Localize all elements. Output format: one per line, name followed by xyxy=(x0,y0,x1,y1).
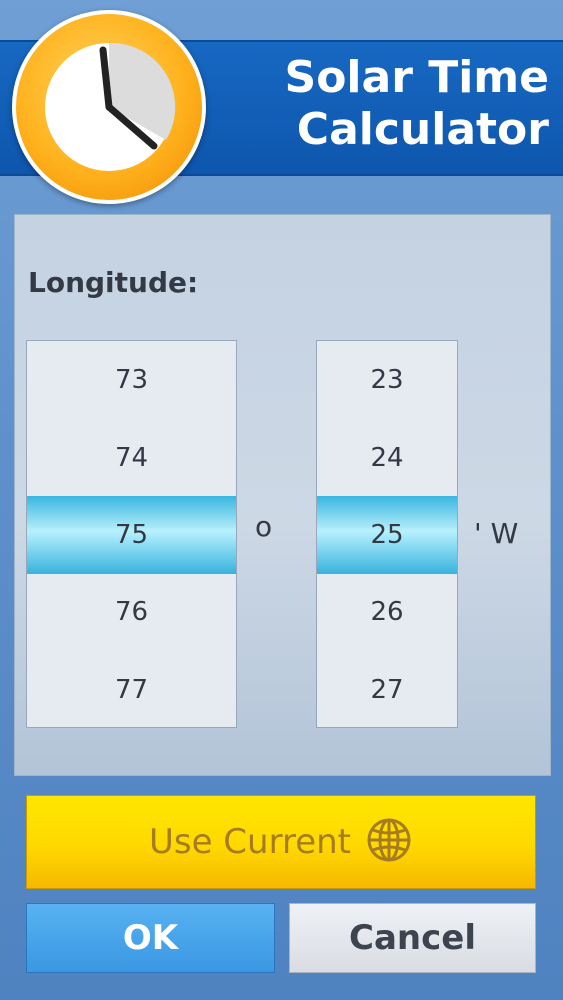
use-current-label: Use Current xyxy=(148,822,352,862)
degrees-picker[interactable]: 73 74 75 76 77 xyxy=(26,340,237,728)
minutes-option[interactable]: 23 xyxy=(317,341,457,419)
degrees-option[interactable]: 76 xyxy=(27,573,236,651)
cancel-button[interactable]: Cancel xyxy=(289,903,536,973)
degrees-option[interactable]: 74 xyxy=(27,419,236,497)
degrees-option[interactable]: 77 xyxy=(27,651,236,729)
degrees-option[interactable]: 73 xyxy=(27,341,236,419)
minutes-option[interactable]: 26 xyxy=(317,573,457,651)
globe-icon xyxy=(365,816,413,868)
use-current-button[interactable]: Use Current xyxy=(26,795,536,889)
degrees-option-selected[interactable]: 75 xyxy=(27,496,236,574)
minutes-picker[interactable]: 23 24 25 26 27 xyxy=(316,340,458,728)
degree-unit: o xyxy=(255,510,273,543)
longitude-label: Longitude: xyxy=(28,266,199,299)
minutes-option[interactable]: 27 xyxy=(317,651,457,729)
app-title-line1: Solar Time xyxy=(284,52,550,103)
minute-direction-unit: ' W xyxy=(474,517,519,550)
minutes-option[interactable]: 24 xyxy=(317,419,457,497)
ok-button[interactable]: OK xyxy=(26,903,275,973)
clock-icon xyxy=(12,10,206,204)
minutes-option-selected[interactable]: 25 xyxy=(317,496,457,574)
app-title-line2: Calculator xyxy=(296,104,549,155)
app-title: Solar Time Calculator xyxy=(209,52,550,156)
